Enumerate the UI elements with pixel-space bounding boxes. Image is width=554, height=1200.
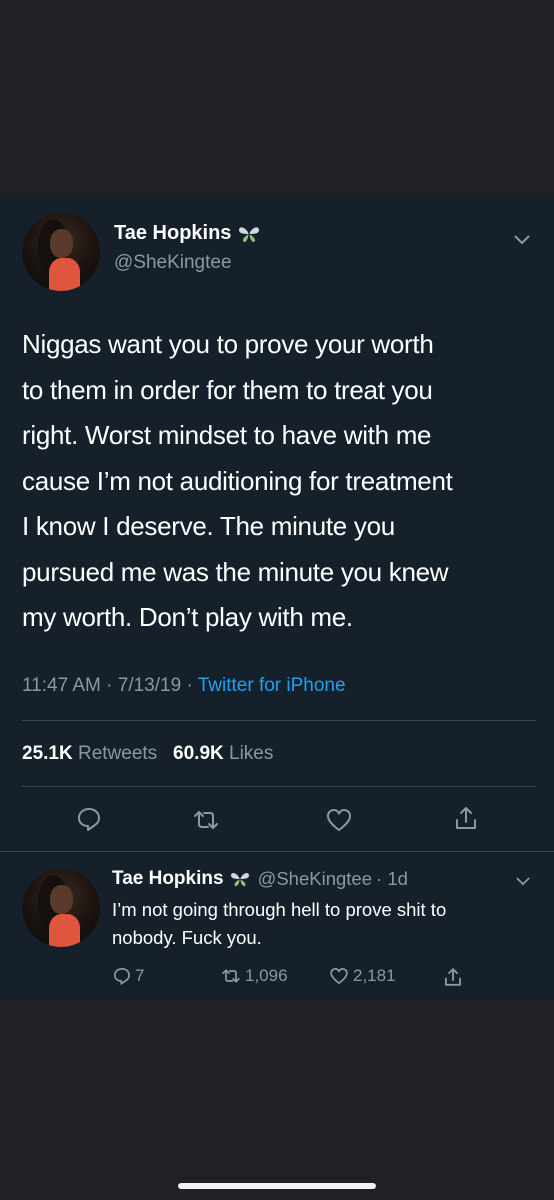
reply-like-action[interactable]: 2,181: [328, 966, 396, 986]
like-icon[interactable]: [325, 806, 353, 834]
author-row: Tae Hopkins: [114, 222, 261, 245]
reply-author-handle[interactable]: @SheKingtee: [258, 868, 372, 890]
chevron-down-icon[interactable]: [516, 877, 530, 886]
meta-separator: ·: [106, 675, 113, 696]
retweets-stat[interactable]: 25.1K Retweets: [22, 743, 157, 764]
avatar[interactable]: [22, 213, 100, 291]
likes-label: Likes: [229, 743, 274, 764]
reply-text-line: nobody. Fuck you.: [112, 927, 262, 948]
reply-retweet-action[interactable]: 1,096: [220, 966, 288, 986]
home-indicator[interactable]: [178, 1183, 376, 1189]
reply-avatar[interactable]: [22, 869, 100, 947]
tweet-source-link[interactable]: Twitter for iPhone: [198, 675, 346, 696]
retweets-count: 25.1K: [22, 743, 73, 764]
share-icon[interactable]: [452, 804, 480, 832]
tweet-card: Tae Hopkins @SheKingtee Niggas want you …: [0, 199, 554, 1000]
butterfly-icon: [239, 226, 260, 242]
retweet-icon: [222, 969, 240, 983]
tweet-text-line: my worth. Don’t play with me.: [22, 602, 353, 632]
reply-replies-count: 7: [135, 966, 145, 985]
retweets-label: Retweets: [77, 743, 158, 764]
tweet-text: Niggas want you to prove your worth to t…: [22, 322, 542, 641]
butterfly-icon: [230, 873, 249, 887]
reply-likes-count: 2,181: [353, 966, 396, 985]
author-handle[interactable]: @SheKingtee: [114, 252, 232, 274]
tweet-text-line: cause I’m not auditioning for treatment: [22, 465, 453, 496]
divider: [0, 851, 554, 852]
reply-author-name[interactable]: Tae Hopkins: [112, 868, 224, 890]
divider: [22, 786, 536, 787]
author-name[interactable]: Tae Hopkins: [114, 222, 231, 245]
reply-author-row: Tae Hopkins @SheKingtee · 1d: [112, 868, 408, 890]
reply-icon[interactable]: [75, 805, 103, 833]
tweet-text-line: pursued me was the minute you knew: [22, 556, 449, 587]
like-icon: [330, 968, 348, 984]
meta-separator: ·: [186, 675, 193, 696]
reply-retweets-count: 1,096: [245, 966, 288, 985]
tweet-metadata: 11:47 AM · 7/13/19 · Twitter for iPhone: [22, 675, 346, 697]
likes-count: 60.9K: [173, 743, 224, 764]
tweet-text-line: right. Worst mindset to have with me: [22, 420, 432, 450]
retweet-icon[interactable]: [192, 806, 220, 834]
reply-text-line: I’m not going through hell to prove shit…: [112, 899, 447, 920]
tweet-text-line: Niggas want you to prove your worth: [22, 329, 434, 359]
reply-age: · 1d: [376, 868, 408, 889]
divider: [22, 720, 536, 721]
share-icon[interactable]: [442, 966, 464, 988]
tweet-text-line: I know I deserve. The minute you: [22, 511, 395, 541]
reply-icon: [114, 968, 130, 985]
reply-text: I’m not going through hell to prove shit…: [112, 896, 542, 952]
tweet-text-line: to them in order for them to treat you: [22, 374, 433, 405]
reply-reply-action[interactable]: 7: [112, 966, 144, 986]
tweet-stats: 25.1K Retweets 60.9K Likes: [22, 743, 273, 765]
likes-stat[interactable]: 60.9K Likes: [173, 743, 273, 764]
tweet-date: 7/13/19: [117, 675, 182, 696]
chevron-down-icon[interactable]: [514, 235, 530, 245]
tweet-time: 11:47 AM: [22, 675, 101, 696]
